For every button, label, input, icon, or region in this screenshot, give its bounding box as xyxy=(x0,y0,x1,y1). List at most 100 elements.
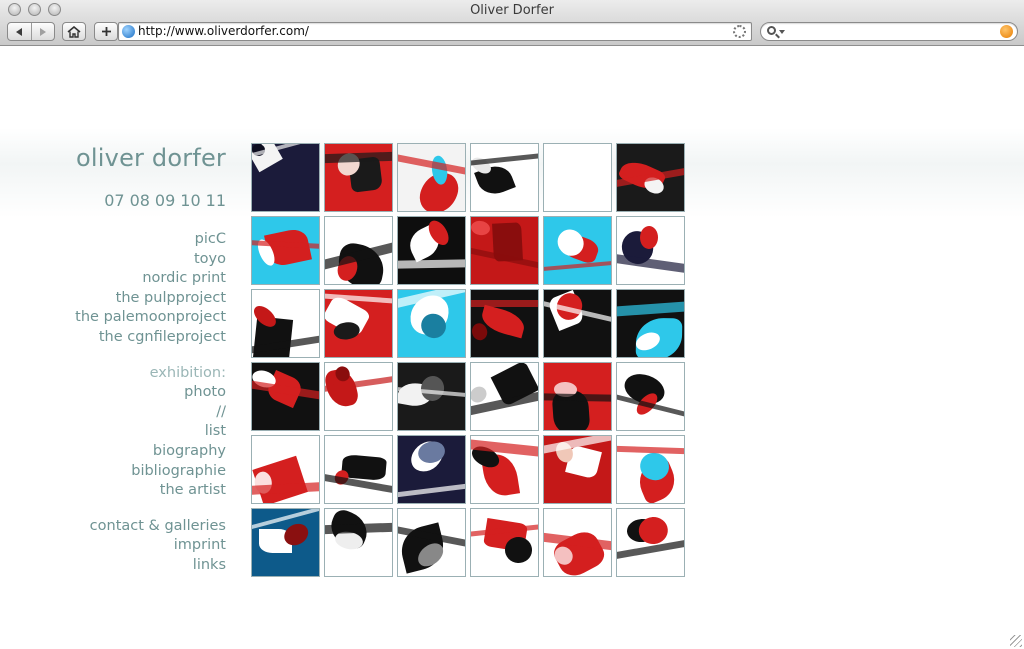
contact-links: contact & galleries imprint links xyxy=(0,517,226,576)
artwork-thumbnail[interactable] xyxy=(543,143,612,212)
artwork-thumbnail[interactable] xyxy=(616,435,685,504)
home-icon xyxy=(67,25,81,38)
address-bar[interactable]: http://www.oliverdorfer.com/ xyxy=(118,22,752,41)
url-text[interactable]: http://www.oliverdorfer.com/ xyxy=(138,24,309,38)
search-icon[interactable] xyxy=(767,26,776,35)
artwork-thumbnail[interactable] xyxy=(251,508,320,577)
artwork-shape xyxy=(544,393,611,402)
sidebar-nav: oliver dorfer 07 08 09 10 11 picC toyo n… xyxy=(0,140,226,576)
nav-link-imprint[interactable]: imprint xyxy=(0,536,226,556)
back-button[interactable] xyxy=(8,23,31,40)
forward-arrow-icon xyxy=(39,27,46,36)
globe-icon xyxy=(122,25,135,38)
nav-link-pulpproject[interactable]: the pulpproject xyxy=(0,289,226,309)
nav-link-toyo[interactable]: toyo xyxy=(0,250,226,270)
year-links: 07 08 09 10 11 xyxy=(0,190,226,212)
artwork-thumbnail[interactable] xyxy=(397,289,466,358)
exhibition-separator: // xyxy=(216,403,226,420)
back-arrow-icon xyxy=(16,27,23,36)
nav-link-links[interactable]: links xyxy=(0,556,226,576)
artwork-thumbnail[interactable] xyxy=(616,289,685,358)
site-title[interactable]: oliver dorfer xyxy=(0,140,226,176)
artwork-thumbnail[interactable] xyxy=(616,508,685,577)
nav-link-biography[interactable]: biography xyxy=(0,442,226,462)
add-bookmark-button[interactable] xyxy=(94,22,118,41)
artwork-thumbnail[interactable] xyxy=(324,143,393,212)
artwork-thumbnail[interactable] xyxy=(616,143,685,212)
artwork-thumbnail[interactable] xyxy=(543,289,612,358)
project-links: picC toyo nordic print the pulpproject t… xyxy=(0,230,226,348)
year-link[interactable]: 11 xyxy=(206,190,226,212)
artwork-shape xyxy=(638,515,670,545)
artwork-shape xyxy=(398,484,465,498)
artwork-thumbnail[interactable] xyxy=(543,508,612,577)
forward-button[interactable] xyxy=(30,23,55,40)
artwork-shape xyxy=(333,320,362,342)
artwork-thumbnail[interactable] xyxy=(251,362,320,431)
exhibition-list-link[interactable]: list xyxy=(0,422,226,442)
artwork-thumbnail[interactable] xyxy=(470,508,539,577)
year-link[interactable]: 07 xyxy=(104,190,124,212)
artwork-thumbnail[interactable] xyxy=(251,216,320,285)
artwork-thumbnail[interactable] xyxy=(397,362,466,431)
artwork-thumbnail[interactable] xyxy=(470,289,539,358)
nav-link-cgnfileproject[interactable]: the cgnfileproject xyxy=(0,328,226,348)
artwork-shape xyxy=(325,523,392,535)
artwork-shape xyxy=(640,226,659,250)
browser-toolbar: Oliver Dorfer http://www.oliverdorfer.co… xyxy=(0,0,1024,46)
artwork-shape xyxy=(617,301,684,317)
back-forward-buttons xyxy=(7,22,55,41)
window-title: Oliver Dorfer xyxy=(470,3,554,18)
nav-link-the-artist[interactable]: the artist xyxy=(0,481,226,501)
artwork-shape xyxy=(325,151,392,163)
year-link[interactable]: 09 xyxy=(155,190,175,212)
snapback-icon[interactable] xyxy=(1000,25,1013,38)
artwork-thumbnail[interactable] xyxy=(324,289,393,358)
artwork-shape xyxy=(471,153,538,165)
artwork-shape xyxy=(544,260,611,271)
home-button[interactable] xyxy=(62,22,86,41)
exhibition-label: exhibition: xyxy=(149,364,226,381)
artwork-thumbnail[interactable] xyxy=(616,216,685,285)
nav-link-contact-galleries[interactable]: contact & galleries xyxy=(0,517,226,537)
artwork-thumbnail[interactable] xyxy=(470,435,539,504)
artwork-thumbnail[interactable] xyxy=(470,216,539,285)
exhibition-photo-link[interactable]: photo xyxy=(0,383,226,403)
artwork-thumbnail[interactable] xyxy=(324,362,393,431)
search-field[interactable] xyxy=(760,22,1018,41)
year-link[interactable]: 08 xyxy=(130,190,150,212)
info-links: exhibition: photo // list biography bibl… xyxy=(0,364,226,501)
artwork-thumbnail[interactable] xyxy=(397,216,466,285)
artwork-shape xyxy=(471,300,538,308)
artwork-thumbnail[interactable] xyxy=(397,435,466,504)
artwork-grid xyxy=(251,143,685,577)
add-bookmark-icon xyxy=(101,27,111,36)
artwork-thumbnail[interactable] xyxy=(470,362,539,431)
artwork-thumbnail[interactable] xyxy=(251,289,320,358)
artwork-thumbnail[interactable] xyxy=(397,143,466,212)
year-link[interactable]: 10 xyxy=(180,190,200,212)
artwork-thumbnail[interactable] xyxy=(324,216,393,285)
nav-link-nordic-print[interactable]: nordic print xyxy=(0,269,226,289)
search-menu-caret-icon[interactable] xyxy=(779,30,785,34)
artwork-thumbnail[interactable] xyxy=(324,508,393,577)
artwork-thumbnail[interactable] xyxy=(616,362,685,431)
nav-link-picc[interactable]: picC xyxy=(0,230,226,250)
artwork-thumbnail[interactable] xyxy=(543,216,612,285)
artwork-shape xyxy=(471,219,491,237)
artwork-shape xyxy=(398,259,465,269)
nav-link-palemoonproject[interactable]: the palemoonproject xyxy=(0,308,226,328)
artwork-thumbnail[interactable] xyxy=(543,435,612,504)
artwork-thumbnail[interactable] xyxy=(543,362,612,431)
artwork-shape xyxy=(252,509,319,529)
artwork-thumbnail[interactable] xyxy=(470,143,539,212)
artwork-shape xyxy=(503,536,533,564)
resize-grip-icon[interactable] xyxy=(1010,635,1022,647)
exhibition-row: exhibition: photo // list xyxy=(0,364,226,442)
artwork-thumbnail[interactable] xyxy=(251,435,320,504)
artwork-thumbnail[interactable] xyxy=(324,435,393,504)
nav-link-bibliographie[interactable]: bibliographie xyxy=(0,462,226,482)
artwork-thumbnail[interactable] xyxy=(397,508,466,577)
artwork-thumbnail[interactable] xyxy=(251,143,320,212)
loading-spinner-icon xyxy=(733,25,746,38)
